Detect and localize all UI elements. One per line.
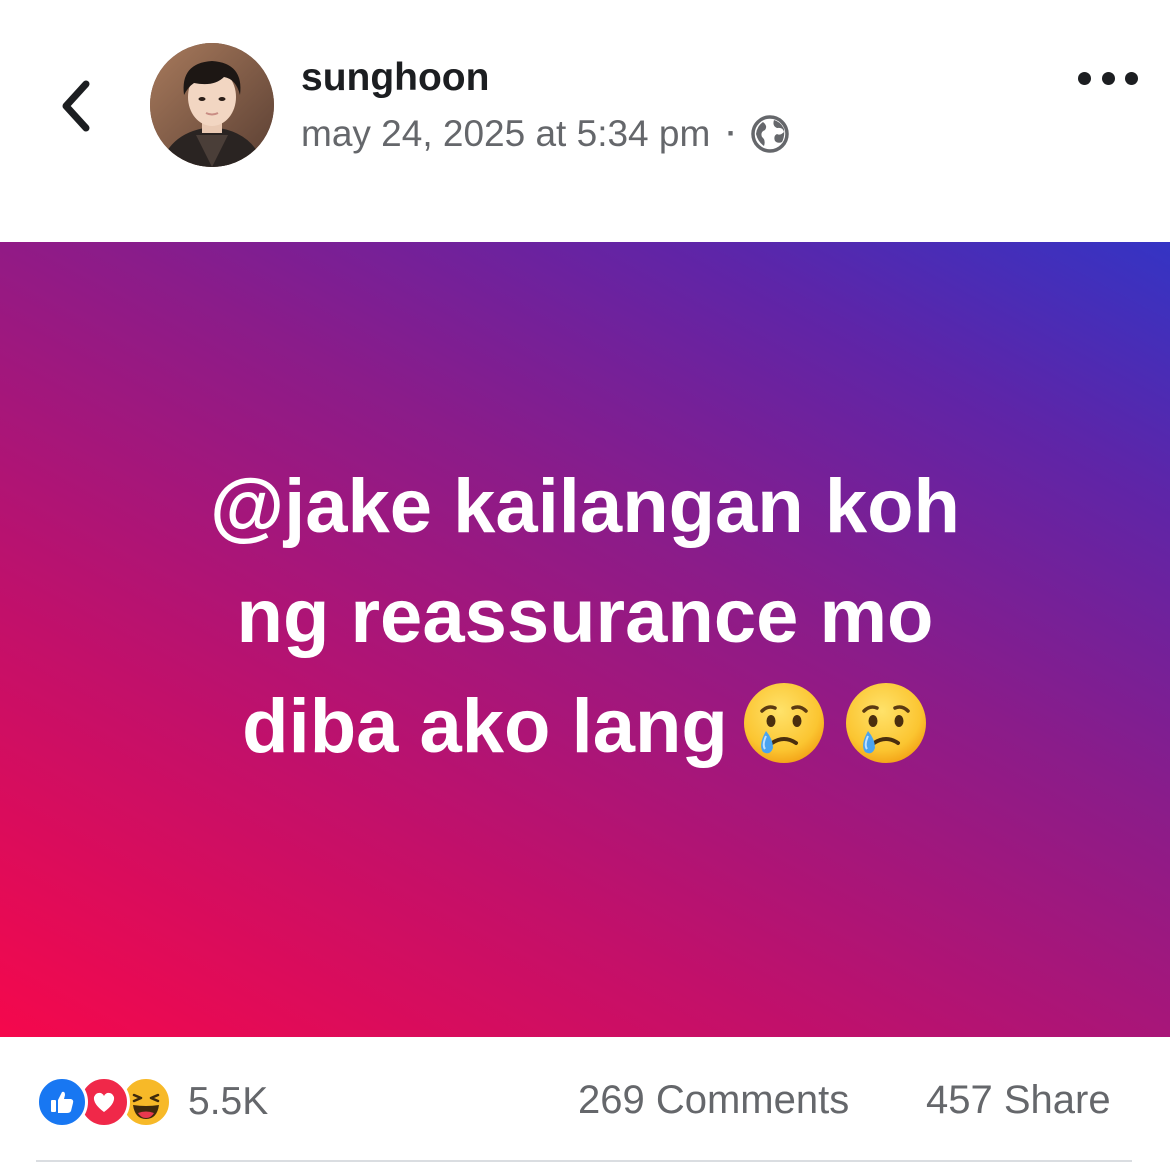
more-dot-icon — [1078, 71, 1091, 85]
username[interactable]: sunghoon — [301, 56, 489, 100]
post-meta: may 24, 2025 at 5:34 pm · — [301, 110, 790, 158]
more-dot-icon — [1125, 71, 1138, 85]
like-icon — [36, 1076, 88, 1128]
more-options-button[interactable] — [1078, 58, 1138, 98]
post-text: @jake kailangan koh ng reassurance mo di… — [85, 452, 1085, 782]
crying-face-icon — [845, 683, 926, 764]
share-count-link[interactable]: 457 Share — [926, 1078, 1111, 1123]
more-dot-icon — [1101, 71, 1115, 85]
meta-separator: · — [726, 117, 737, 150]
emoji-row — [742, 681, 928, 765]
globe-icon — [751, 115, 790, 153]
post-text-line-2: ng reassurance mo — [236, 573, 934, 659]
avatar[interactable] — [150, 43, 274, 167]
comments-link[interactable]: 269 Comments — [578, 1078, 849, 1123]
footer-divider — [36, 1160, 1132, 1162]
chevron-left-icon — [62, 80, 90, 132]
post-card[interactable]: @jake kailangan koh ng reassurance mo di… — [0, 242, 1170, 1037]
reactions-summary[interactable]: 5.5K — [36, 1076, 268, 1128]
avatar-image — [150, 43, 274, 167]
reaction-count: 5.5K — [188, 1080, 269, 1123]
post-text-line-3-wrap: diba ako lang — [85, 672, 1085, 782]
crying-face-icon — [743, 683, 824, 764]
post-text-line-1: @jake kailangan koh — [210, 463, 960, 549]
post-header: sunghoon may 24, 2025 at 5:34 pm · — [0, 0, 1170, 242]
post-text-line-3: diba ako lang — [242, 683, 728, 769]
back-button[interactable] — [48, 70, 104, 142]
timestamp[interactable]: may 24, 2025 at 5:34 pm — [301, 113, 710, 155]
